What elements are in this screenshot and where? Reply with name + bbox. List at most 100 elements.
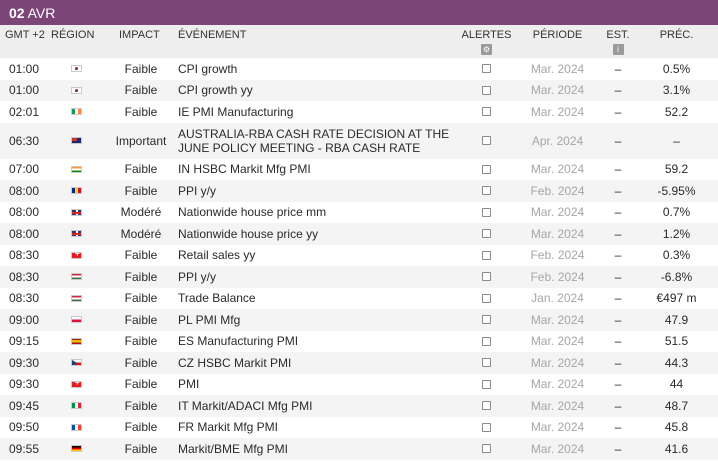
alert-checkbox[interactable] — [482, 444, 491, 454]
alert-checkbox[interactable] — [482, 186, 491, 196]
event-name[interactable]: PPI y/y — [177, 270, 459, 284]
event-period: Mar. 2024 — [530, 162, 585, 177]
event-impact: Faible — [124, 291, 158, 306]
event-name[interactable]: PL PMI Mfg — [177, 313, 459, 327]
col-est[interactable]: EST. i — [601, 25, 635, 58]
event-name[interactable]: PMI — [177, 377, 459, 391]
events-table-body: 01:00 Faible CPI growth Mar. 2024–0.5% 01:00… — [0, 58, 718, 460]
event-time: 08:30 — [8, 291, 40, 306]
table-row[interactable]: 09:45 Faible IT Markit/ADACI Mfg PMI Mar. 2… — [0, 395, 718, 417]
event-estimate: – — [614, 269, 622, 284]
event-region — [48, 445, 105, 453]
event-alert — [459, 272, 514, 282]
event-time: 09:00 — [8, 312, 40, 327]
table-row[interactable]: 09:55 Faible Markit/BME Mfg PMI Mar. 2024 – 4… — [0, 438, 718, 460]
col-event[interactable]: ÉVÉNEMENT — [177, 25, 459, 58]
event-name[interactable]: ES Manufacturing PMI — [177, 334, 459, 348]
flag-icon — [71, 359, 82, 367]
event-name[interactable]: AUSTRALIA-RBA CASH RATE DECISION AT THE … — [177, 127, 459, 155]
event-period: Mar. 2024 — [530, 398, 585, 413]
table-row[interactable]: 01:00 Faible CPI growth yy Mar. 2024 – 3.1% — [0, 79, 718, 101]
table-row[interactable]: 07:00 Faible IN HSBC Markit Mfg PMI Mar. 20… — [0, 159, 718, 181]
col-time[interactable]: GMT +2 — [0, 25, 48, 58]
event-name[interactable]: CPI growth — [177, 62, 459, 76]
alert-checkbox[interactable] — [482, 315, 491, 325]
table-row[interactable]: 01:00 Faible CPI growth Mar. 2024 – 0.5% — [0, 58, 718, 80]
alert-checkbox[interactable] — [482, 107, 491, 117]
table-row[interactable]: 09:15 Faible ES Manufacturing PMI Mar. 2024… — [0, 331, 718, 353]
alert-checkbox[interactable] — [482, 64, 491, 74]
alert-checkbox[interactable] — [482, 85, 491, 95]
event-name[interactable]: CPI growth yy — [177, 83, 459, 97]
event-estimate: – — [614, 355, 622, 370]
alert-checkbox[interactable] — [482, 272, 491, 282]
table-row[interactable]: 02:01 Faible IE PMI Manufacturing Mar. 2024… — [0, 101, 718, 123]
event-alert — [459, 422, 514, 432]
table-row[interactable]: 08:00 Modéré Nationwide house price yy Mar.… — [0, 223, 718, 245]
table-row[interactable]: 08:30 Faible PPI y/y Feb. 2024 – -6.8% — [0, 266, 718, 288]
alert-checkbox[interactable] — [482, 358, 491, 368]
event-time: 01:00 — [8, 61, 40, 76]
alert-checkbox[interactable] — [482, 250, 491, 260]
table-row[interactable]: 09:00 Faible PL PMI Mfg Mar. 2024 – 47.9 — [0, 309, 718, 331]
alert-checkbox[interactable] — [482, 379, 491, 389]
event-previous: 48.7 — [664, 398, 689, 413]
event-name[interactable]: Trade Balance — [177, 291, 459, 305]
col-prev[interactable]: PRÉC. — [635, 25, 718, 58]
event-period: Feb. 2024 — [530, 183, 585, 198]
event-name[interactable]: Markit/BME Mfg PMI — [177, 442, 459, 456]
col-period[interactable]: PÉRIODE — [514, 25, 601, 58]
event-name[interactable]: PPI y/y — [177, 184, 459, 198]
event-name[interactable]: Retail sales yy — [177, 248, 459, 262]
col-impact[interactable]: IMPACT — [105, 25, 177, 58]
event-alert — [459, 336, 514, 346]
event-region — [48, 423, 105, 431]
table-row[interactable]: 08:30 Faible Retail sales yy Feb. 2024 – 0.3% — [0, 245, 718, 267]
event-name[interactable]: IN HSBC Markit Mfg PMI — [177, 162, 459, 176]
event-region — [48, 86, 105, 94]
alert-checkbox[interactable] — [482, 136, 491, 145]
event-previous: 0.3% — [662, 248, 691, 263]
event-name[interactable]: IE PMI Manufacturing — [177, 105, 459, 119]
table-row[interactable]: 09:50 Faible FR Markit Mfg PMI Mar. 2024 – 45… — [0, 417, 718, 439]
flag-icon — [71, 316, 82, 324]
alert-checkbox[interactable] — [482, 422, 491, 432]
alert-checkbox[interactable] — [482, 207, 491, 217]
flag-icon — [71, 423, 82, 431]
event-previous: 44.3 — [664, 355, 689, 370]
alert-checkbox[interactable] — [482, 229, 491, 239]
event-name[interactable]: Nationwide house price yy — [177, 227, 459, 241]
col-alerts[interactable]: ALERTES ⚙ — [459, 25, 514, 58]
event-alert — [459, 85, 514, 95]
event-name[interactable]: Nationwide house price mm — [177, 205, 459, 219]
table-row[interactable]: 08:00 Modéré Nationwide house price mm Mar.… — [0, 202, 718, 224]
event-previous: -5.95% — [657, 183, 696, 198]
table-header: GMT +2 RÉGION IMPACT ÉVÉNEMENT ALERTES ⚙… — [0, 25, 718, 58]
alert-checkbox[interactable] — [482, 293, 491, 303]
table-row[interactable]: 09:30 Faible CZ HSBC Markit PMI Mar. 2024 – 4… — [0, 352, 718, 374]
table-row[interactable]: 06:30 Important AUSTRALIA-RBA CASH RATE DE… — [0, 122, 718, 159]
event-estimate: – — [614, 312, 622, 327]
flag-icon — [71, 380, 82, 388]
event-estimate: – — [614, 61, 622, 76]
gear-icon[interactable]: ⚙ — [481, 44, 492, 55]
event-region — [48, 208, 105, 216]
event-time: 07:00 — [8, 162, 40, 177]
event-time: 08:00 — [8, 205, 40, 220]
event-name[interactable]: FR Markit Mfg PMI — [177, 420, 459, 434]
alert-checkbox[interactable] — [482, 336, 491, 346]
table-row[interactable]: 08:00 Faible PPI y/y Feb. 2024 – -5.95% — [0, 180, 718, 202]
alert-checkbox[interactable] — [482, 164, 491, 174]
event-name[interactable]: CZ HSBC Markit PMI — [177, 356, 459, 370]
event-estimate: – — [614, 420, 622, 435]
table-row[interactable]: 08:30 Faible Trade Balance Jan. 2024 – €497 m — [0, 288, 718, 310]
col-region[interactable]: RÉGION — [48, 25, 105, 58]
info-icon[interactable]: i — [612, 44, 624, 55]
event-impact: Faible — [124, 355, 158, 370]
event-name[interactable]: IT Markit/ADACI Mfg PMI — [177, 399, 459, 413]
event-period: Mar. 2024 — [530, 312, 585, 327]
alert-checkbox[interactable] — [482, 401, 491, 411]
event-estimate: – — [614, 133, 622, 148]
event-time: 09:30 — [8, 355, 40, 370]
table-row[interactable]: 09:30 Faible PMI Mar. 2024 – 44 — [0, 374, 718, 396]
